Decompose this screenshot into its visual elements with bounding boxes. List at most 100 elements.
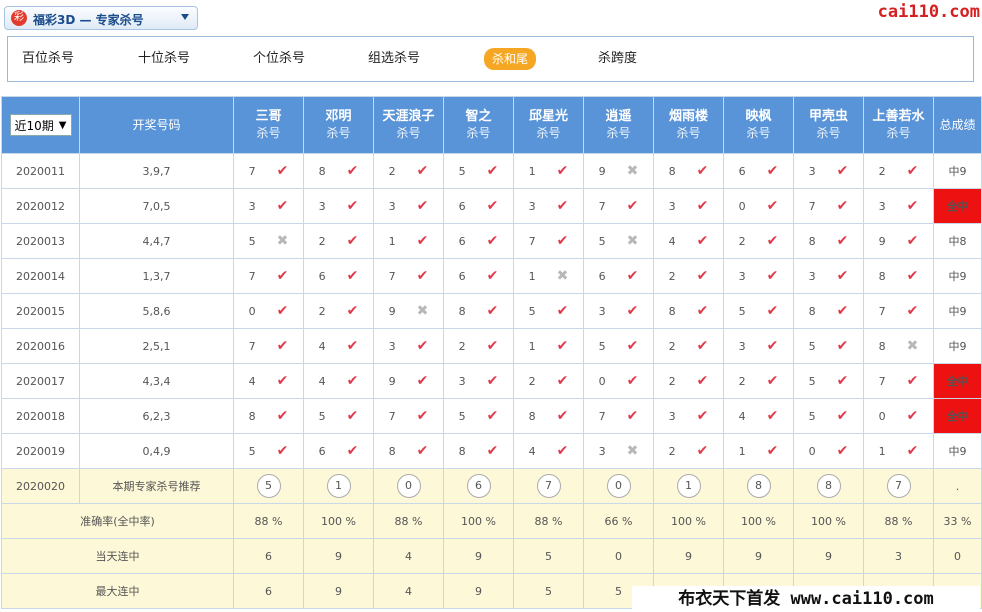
kill-cell: 1 ✔: [863, 433, 934, 469]
kill-number: 3: [808, 165, 816, 178]
brand-logo: cai110.com: [877, 2, 980, 22]
expert-header-sub: 杀号: [676, 126, 701, 140]
kill-cell: 3 ✔: [793, 258, 864, 294]
check-icon: ✔: [696, 303, 709, 319]
stat-value: 100 %: [793, 503, 864, 539]
stat-value: 88 %: [373, 503, 444, 539]
stat-value: 100 %: [443, 503, 514, 539]
kill-number: 3: [388, 200, 396, 213]
check-icon: ✔: [486, 163, 499, 179]
kill-number: 4: [248, 375, 256, 388]
tab-hundreds-kill[interactable]: 百位杀号: [22, 50, 74, 68]
check-icon: ✔: [626, 373, 639, 389]
kill-cell: 9 ✖: [583, 153, 654, 189]
expert-header: 映枫 杀号: [723, 96, 794, 154]
period-cell: 2020014: [1, 258, 80, 294]
kill-number: 8: [248, 410, 256, 423]
recommend-cell: 7: [863, 468, 934, 504]
check-icon: ✔: [276, 443, 289, 459]
check-icon: ✔: [766, 408, 779, 424]
expert-header-sub: 杀号: [886, 126, 911, 140]
period-cell: 2020019: [1, 433, 80, 469]
kill-number: 7: [248, 340, 256, 353]
stat-value: 0: [583, 538, 654, 574]
kill-number: 9: [878, 235, 886, 248]
kill-number: 6: [318, 445, 326, 458]
check-icon: ✔: [766, 163, 779, 179]
kill-cell: 3 ✔: [723, 328, 794, 364]
kill-number: 7: [388, 410, 396, 423]
kill-cell: 5 ✖: [583, 223, 654, 259]
tab-tens-kill[interactable]: 十位杀号: [138, 50, 190, 68]
check-icon: ✔: [416, 268, 429, 284]
expert-header: 天涯浪子 杀号: [373, 96, 444, 154]
kill-number: 1: [528, 165, 536, 178]
check-icon: ✔: [276, 198, 289, 214]
kill-cell: 7 ✔: [863, 293, 934, 329]
recommend-cell: 6: [443, 468, 514, 504]
kill-number: 8: [808, 235, 816, 248]
kill-cell: 6 ✔: [443, 258, 514, 294]
check-icon: ✔: [276, 408, 289, 424]
kill-number: 2: [668, 445, 676, 458]
check-icon: ✔: [906, 233, 919, 249]
kill-number: 8: [388, 445, 396, 458]
kill-number: 6: [458, 235, 466, 248]
stat-value: 9: [443, 573, 514, 609]
kill-number: 7: [598, 200, 606, 213]
kill-cell: 0 ✔: [863, 398, 934, 434]
kill-cell: 8 ✔: [303, 153, 374, 189]
kill-number: 8: [668, 165, 676, 178]
tab-group-kill[interactable]: 组选杀号: [368, 50, 420, 68]
kill-cell: 3 ✔: [443, 363, 514, 399]
recommend-total: .: [933, 468, 982, 504]
tab-span-kill[interactable]: 杀跨度: [598, 50, 637, 68]
cross-icon: ✖: [556, 268, 569, 284]
kill-cell: 3 ✔: [233, 188, 304, 224]
check-icon: ✔: [486, 373, 499, 389]
kill-cell: 8 ✔: [863, 258, 934, 294]
stat-value: 6: [233, 538, 304, 574]
check-icon: ✔: [556, 373, 569, 389]
total-score-cell: 中8: [933, 223, 982, 259]
check-icon: ✔: [556, 338, 569, 354]
total-score-cell: 中9: [933, 293, 982, 329]
kill-cell: 3 ✔: [583, 293, 654, 329]
cross-icon: ✖: [276, 233, 289, 249]
recommend-cell: 1: [303, 468, 374, 504]
kill-cell: 5 ✔: [233, 433, 304, 469]
tab-sum-tail-kill[interactable]: 杀和尾: [484, 48, 537, 70]
check-icon: ✔: [836, 338, 849, 354]
check-icon: ✔: [836, 303, 849, 319]
check-icon: ✔: [346, 303, 359, 319]
stat-value: 88 %: [863, 503, 934, 539]
kill-cell: 6 ✔: [443, 188, 514, 224]
kill-cell: 2 ✔: [723, 363, 794, 399]
period-select[interactable]: 近10期 ▼: [9, 114, 72, 136]
kill-cell: 6 ✔: [443, 223, 514, 259]
kill-cell: 3 ✖: [583, 433, 654, 469]
check-icon: ✔: [766, 443, 779, 459]
stat-value: 3: [863, 538, 934, 574]
kill-cell: 8 ✔: [793, 293, 864, 329]
kill-number: 0: [248, 305, 256, 318]
total-score-cell: 中9: [933, 433, 982, 469]
kill-number: 3: [248, 200, 256, 213]
stat-label: 最大连中: [1, 573, 234, 609]
kill-cell: 7 ✔: [583, 188, 654, 224]
tab-units-kill[interactable]: 个位杀号: [253, 50, 305, 68]
kill-cell: 1 ✖: [513, 258, 584, 294]
lottery-selector[interactable]: 彩 福彩3D — 专家杀号: [4, 6, 198, 30]
kill-cell: 8 ✔: [443, 293, 514, 329]
kill-number: 5: [458, 410, 466, 423]
kill-cell: 3 ✔: [513, 188, 584, 224]
check-icon: ✔: [416, 443, 429, 459]
check-icon: ✔: [556, 408, 569, 424]
recommend-number: 8: [746, 474, 771, 498]
expert-name: 甲壳虫: [808, 109, 848, 124]
stat-value: 5: [513, 538, 584, 574]
kill-number: 2: [668, 340, 676, 353]
kill-cell: 2 ✔: [373, 153, 444, 189]
total-score-cell: 中9: [933, 153, 982, 189]
check-icon: ✔: [766, 233, 779, 249]
